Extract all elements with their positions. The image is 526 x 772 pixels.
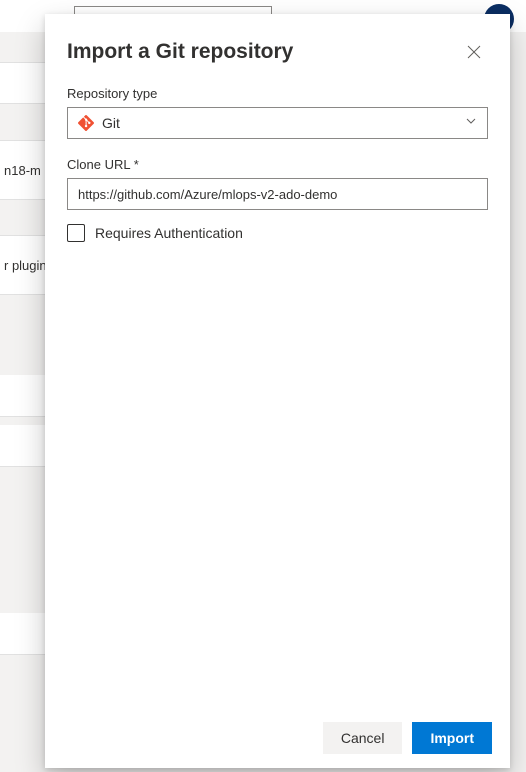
- close-button[interactable]: [460, 38, 488, 66]
- modal-footer: Cancel Import: [45, 708, 510, 768]
- modal-title: Import a Git repository: [67, 40, 293, 64]
- import-button[interactable]: Import: [412, 722, 492, 754]
- import-git-modal: Import a Git repository Repository type …: [45, 14, 510, 768]
- background-row: r plugin: [0, 235, 45, 295]
- close-icon: [466, 44, 482, 60]
- git-icon: [78, 115, 94, 131]
- title-row: Import a Git repository: [67, 38, 488, 66]
- clone-url-label: Clone URL *: [67, 157, 488, 172]
- chevron-down-icon: [465, 114, 477, 132]
- requires-auth-label: Requires Authentication: [95, 225, 243, 241]
- requires-auth-row: Requires Authentication: [67, 224, 488, 242]
- repository-type-label: Repository type: [67, 86, 488, 101]
- requires-auth-checkbox[interactable]: [67, 224, 85, 242]
- background-row: [0, 375, 45, 417]
- modal-body: Import a Git repository Repository type …: [45, 14, 510, 708]
- cancel-button[interactable]: Cancel: [323, 722, 403, 754]
- repository-type-select[interactable]: Git: [67, 107, 488, 139]
- background-row: [0, 62, 45, 104]
- clone-url-input[interactable]: [67, 178, 488, 210]
- background-row: [0, 613, 45, 655]
- background-row: n18-m: [0, 140, 45, 200]
- repository-type-value: Git: [102, 115, 465, 131]
- background-row: [0, 425, 45, 467]
